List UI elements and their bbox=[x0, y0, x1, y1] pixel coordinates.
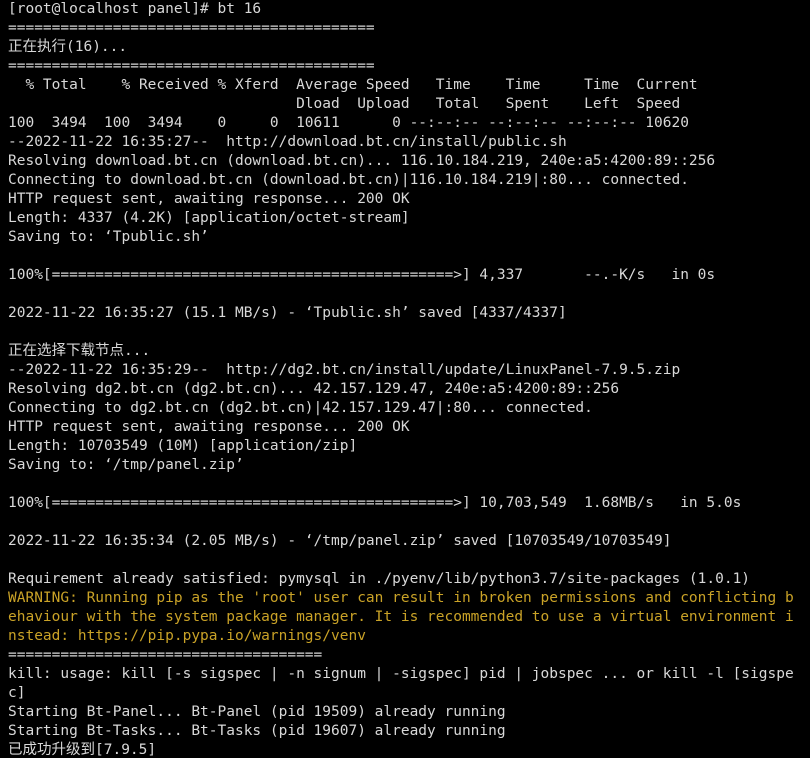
terminal-line: 2022-11-22 16:35:34 (2.05 MB/s) - ‘/tmp/… bbox=[8, 533, 672, 549]
terminal-warning-line: WARNING: Running pip as the 'root' user … bbox=[8, 590, 794, 606]
terminal-line: 2022-11-22 16:35:27 (15.1 MB/s) - ‘Tpubl… bbox=[8, 305, 567, 321]
terminal-line: ========================================… bbox=[8, 20, 375, 36]
terminal-line: 正在执行(16)... bbox=[8, 39, 128, 55]
terminal-line: Saving to: ‘/tmp/panel.zip’ bbox=[8, 457, 244, 473]
terminal-line: Length: 4337 (4.2K) [application/octet-s… bbox=[8, 210, 410, 226]
terminal-line: ==================================== bbox=[8, 647, 323, 663]
terminal-line: Connecting to download.bt.cn (download.b… bbox=[8, 172, 689, 188]
terminal-line: c] bbox=[8, 685, 26, 701]
terminal-line: ========================================… bbox=[8, 58, 375, 74]
terminal-line: kill: usage: kill [-s sigspec | -n signu… bbox=[8, 666, 794, 682]
terminal-warning-line: nstead: https://pip.pypa.io/warnings/ven… bbox=[8, 628, 366, 644]
terminal-warning-line: ehaviour with the system package manager… bbox=[8, 609, 794, 625]
terminal-line: HTTP request sent, awaiting response... … bbox=[8, 419, 410, 435]
terminal-line: --2022-11-22 16:35:29-- http://dg2.bt.cn… bbox=[8, 362, 681, 378]
terminal-line: Resolving dg2.bt.cn (dg2.bt.cn)... 42.15… bbox=[8, 381, 620, 397]
terminal-line: 100%[===================================… bbox=[8, 495, 742, 511]
terminal-line: HTTP request sent, awaiting response... … bbox=[8, 191, 410, 207]
terminal-line: Connecting to dg2.bt.cn (dg2.bt.cn)|42.1… bbox=[8, 400, 593, 416]
terminal-line: % Total % Received % Xferd Average Speed… bbox=[8, 77, 698, 93]
terminal-line: Resolving download.bt.cn (download.bt.cn… bbox=[8, 153, 716, 169]
terminal-line: 正在选择下载节点... bbox=[8, 343, 151, 359]
terminal-line: Saving to: ‘Tpublic.sh’ bbox=[8, 229, 209, 245]
terminal-line: Starting Bt-Panel... Bt-Panel (pid 19509… bbox=[8, 704, 506, 720]
terminal-line: Dload Upload Total Spent Left Speed bbox=[8, 96, 681, 112]
terminal-line: 已成功升级到[7.9.5] bbox=[8, 742, 157, 758]
terminal-line: 100 3494 100 3494 0 0 10611 0 --:--:-- -… bbox=[8, 115, 689, 131]
terminal-line: Starting Bt-Tasks... Bt-Tasks (pid 19607… bbox=[8, 723, 506, 739]
terminal-window[interactable]: [root@localhost panel]# bt 16 ===========… bbox=[0, 0, 810, 758]
terminal-line: --2022-11-22 16:35:27-- http://download.… bbox=[8, 134, 567, 150]
terminal-line: Length: 10703549 (10M) [application/zip] bbox=[8, 438, 358, 454]
terminal-output: [root@localhost panel]# bt 16 ===========… bbox=[8, 0, 810, 758]
terminal-line: Requirement already satisfied: pymysql i… bbox=[8, 571, 751, 587]
terminal-line: [root@localhost panel]# bt 16 bbox=[8, 1, 262, 17]
terminal-line: 100%[===================================… bbox=[8, 267, 716, 283]
